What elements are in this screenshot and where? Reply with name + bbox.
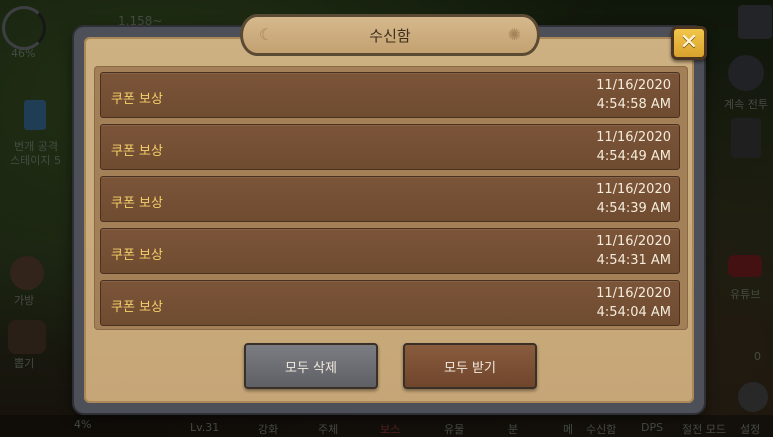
message-row[interactable]: 쿠폰 보상 11/16/2020 4:54:04 AM	[100, 280, 680, 326]
message-list[interactable]: 쿠폰 보상 11/16/2020 4:54:58 AM 쿠폰 보상 11/16/…	[94, 66, 688, 330]
message-title: 쿠폰 보상	[111, 248, 163, 263]
message-date: 11/16/2020	[596, 286, 671, 301]
message-row[interactable]: 쿠폰 보상 11/16/2020 4:54:31 AM	[100, 228, 680, 274]
sun-ornament-icon: ✺	[507, 25, 521, 44]
message-row[interactable]: 쿠폰 보상 11/16/2020 4:54:39 AM	[100, 176, 680, 222]
message-title: 쿠폰 보상	[111, 300, 163, 315]
close-icon: ✕	[679, 30, 699, 55]
message-row[interactable]: 쿠폰 보상 11/16/2020 4:54:49 AM	[100, 124, 680, 170]
close-button[interactable]: ✕	[671, 26, 707, 60]
delete-all-button[interactable]: 모두 삭제	[244, 343, 378, 389]
message-time: 4:54:04 AM	[596, 305, 671, 320]
moon-ornament-icon: ☾	[259, 25, 274, 44]
message-title: 쿠폰 보상	[111, 196, 163, 211]
message-date: 11/16/2020	[596, 78, 671, 93]
message-time: 4:54:31 AM	[596, 253, 671, 268]
inbox-title-plate: ☾ 수신함 ✺	[240, 14, 540, 56]
message-time: 4:54:49 AM	[596, 149, 671, 164]
message-title: 쿠폰 보상	[111, 144, 163, 159]
message-date: 11/16/2020	[596, 234, 671, 249]
message-time: 4:54:39 AM	[596, 201, 671, 216]
message-date: 11/16/2020	[596, 130, 671, 145]
message-date: 11/16/2020	[596, 182, 671, 197]
receive-all-button[interactable]: 모두 받기	[403, 343, 537, 389]
inbox-title: 수신함	[369, 26, 411, 45]
message-time: 4:54:58 AM	[596, 97, 671, 112]
message-title: 쿠폰 보상	[111, 92, 163, 107]
message-row[interactable]: 쿠폰 보상 11/16/2020 4:54:58 AM	[100, 72, 680, 118]
